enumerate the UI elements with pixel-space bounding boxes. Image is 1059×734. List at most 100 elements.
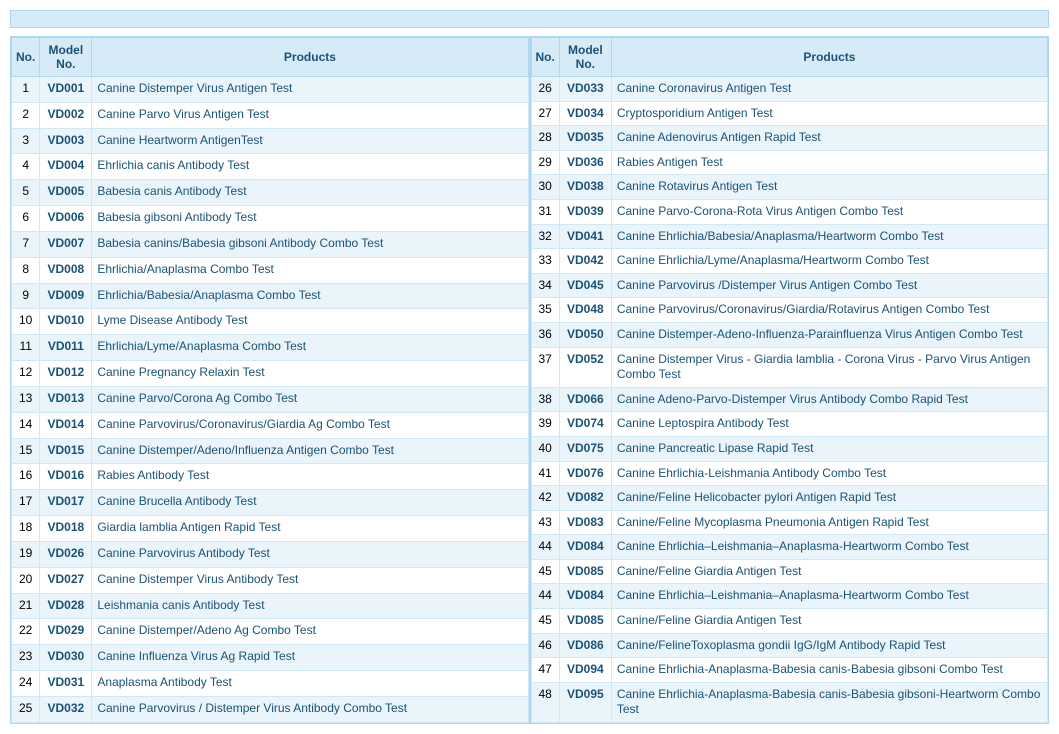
left-header-products: Products: [92, 38, 528, 77]
row-model: VD031: [40, 671, 92, 697]
table-row: 25 VD032 Canine Parvovirus / Distemper V…: [12, 696, 529, 722]
row-product: Canine/Feline Helicobacter pylori Antige…: [611, 486, 1047, 511]
table-row: 39 VD074 Canine Leptospira Antibody Test: [531, 412, 1048, 437]
row-model: VD016: [40, 464, 92, 490]
row-model: VD001: [40, 77, 92, 103]
row-model: VD075: [559, 436, 611, 461]
row-no: 11: [12, 335, 40, 361]
row-no: 15: [12, 438, 40, 464]
row-no: 48: [531, 682, 559, 722]
row-product: Canine Distemper Virus Antigen Test: [92, 77, 528, 103]
row-no: 3: [12, 128, 40, 154]
row-product: Canine Distemper/Adeno/Influenza Antigen…: [92, 438, 528, 464]
row-no: 33: [531, 249, 559, 274]
row-no: 19: [12, 541, 40, 567]
table-row: 26 VD033 Canine Coronavirus Antigen Test: [531, 77, 1048, 102]
table-row: 20 VD027 Canine Distemper Virus Antibody…: [12, 567, 529, 593]
row-model: VD011: [40, 335, 92, 361]
table-row: 46 VD086 Canine/FelineToxoplasma gondii …: [531, 633, 1048, 658]
row-product: Canine Brucella Antibody Test: [92, 490, 528, 516]
row-no: 44: [531, 535, 559, 560]
row-product: Canine Parvovirus Antibody Test: [92, 541, 528, 567]
row-product: Canine Parvo/Corona Ag Combo Test: [92, 386, 528, 412]
page-title: [10, 10, 1049, 28]
row-product: Canine Parvo-Corona-Rota Virus Antigen C…: [611, 199, 1047, 224]
row-model: VD013: [40, 386, 92, 412]
table-row: 34 VD045 Canine Parvovirus /Distemper Vi…: [531, 273, 1048, 298]
row-product: Rabies Antibody Test: [92, 464, 528, 490]
row-product: Canine Distemper-Adeno-Influenza-Parainf…: [611, 322, 1047, 347]
row-product: Giardia lamblia Antigen Rapid Test: [92, 516, 528, 542]
table-row: 44 VD084 Canine Ehrlichia–Leishmania–Ana…: [531, 584, 1048, 609]
row-model: VD029: [40, 619, 92, 645]
row-product: Canine Leptospira Antibody Test: [611, 412, 1047, 437]
row-model: VD083: [559, 510, 611, 535]
row-product: Canine Ehrlichia-Leishmania Antibody Com…: [611, 461, 1047, 486]
row-model: VD035: [559, 126, 611, 151]
table-row: 2 VD002 Canine Parvo Virus Antigen Test: [12, 102, 529, 128]
row-no: 10: [12, 309, 40, 335]
table-row: 35 VD048 Canine Parvovirus/Coronavirus/G…: [531, 298, 1048, 323]
right-header-no: No.: [531, 38, 559, 77]
table-row: 32 VD041 Canine Ehrlichia/Babesia/Anapla…: [531, 224, 1048, 249]
table-row: 18 VD018 Giardia lamblia Antigen Rapid T…: [12, 516, 529, 542]
table-row: 17 VD017 Canine Brucella Antibody Test: [12, 490, 529, 516]
row-model: VD010: [40, 309, 92, 335]
row-model: VD052: [559, 347, 611, 387]
row-product: Canine Ehrlichia/Lyme/Anaplasma/Heartwor…: [611, 249, 1047, 274]
row-product: Canine Ehrlichia-Anaplasma-Babesia canis…: [611, 682, 1047, 722]
row-product: Babesia canins/Babesia gibsoni Antibody …: [92, 231, 528, 257]
table-row: 47 VD094 Canine Ehrlichia-Anaplasma-Babe…: [531, 658, 1048, 683]
row-product: Canine Adeno-Parvo-Distemper Virus Antib…: [611, 387, 1047, 412]
row-model: VD033: [559, 77, 611, 102]
row-model: VD085: [559, 609, 611, 634]
row-no: 39: [531, 412, 559, 437]
table-row: 45 VD085 Canine/Feline Giardia Antigen T…: [531, 609, 1048, 634]
row-product: Canine Pancreatic Lipase Rapid Test: [611, 436, 1047, 461]
row-product: Ehrlichia/Babesia/Anaplasma Combo Test: [92, 283, 528, 309]
row-product: Canine Rotavirus Antigen Test: [611, 175, 1047, 200]
row-product: Babesia canis Antibody Test: [92, 180, 528, 206]
table-row: 36 VD050 Canine Distemper-Adeno-Influenz…: [531, 322, 1048, 347]
row-product: Ehrlichia/Anaplasma Combo Test: [92, 257, 528, 283]
row-model: VD041: [559, 224, 611, 249]
row-no: 24: [12, 671, 40, 697]
row-no: 14: [12, 412, 40, 438]
row-product: Canine Coronavirus Antigen Test: [611, 77, 1047, 102]
row-no: 16: [12, 464, 40, 490]
row-model: VD039: [559, 199, 611, 224]
row-model: VD042: [559, 249, 611, 274]
row-product: Canine Parvovirus/Coronavirus/Giardia Ag…: [92, 412, 528, 438]
row-model: VD015: [40, 438, 92, 464]
table-row: 30 VD038 Canine Rotavirus Antigen Test: [531, 175, 1048, 200]
row-model: VD004: [40, 154, 92, 180]
table-row: 23 VD030 Canine Influenza Virus Ag Rapid…: [12, 645, 529, 671]
row-model: VD027: [40, 567, 92, 593]
row-no: 25: [12, 696, 40, 722]
table-wrapper: No. Model No. Products 1 VD001 Canine Di…: [10, 36, 1049, 724]
row-no: 32: [531, 224, 559, 249]
row-no: 27: [531, 101, 559, 126]
row-model: VD084: [559, 584, 611, 609]
row-no: 6: [12, 206, 40, 232]
table-row: 24 VD031 Anaplasma Antibody Test: [12, 671, 529, 697]
row-product: Canine Ehrlichia-Anaplasma-Babesia canis…: [611, 658, 1047, 683]
row-product: Canine/Feline Giardia Antigen Test: [611, 609, 1047, 634]
row-model: VD074: [559, 412, 611, 437]
table-row: 44 VD084 Canine Ehrlichia–Leishmania–Ana…: [531, 535, 1048, 560]
row-product: Anaplasma Antibody Test: [92, 671, 528, 697]
row-model: VD032: [40, 696, 92, 722]
row-model: VD066: [559, 387, 611, 412]
table-row: 14 VD014 Canine Parvovirus/Coronavirus/G…: [12, 412, 529, 438]
row-no: 46: [531, 633, 559, 658]
table-row: 10 VD010 Lyme Disease Antibody Test: [12, 309, 529, 335]
row-no: 41: [531, 461, 559, 486]
row-no: 31: [531, 199, 559, 224]
table-row: 8 VD008 Ehrlichia/Anaplasma Combo Test: [12, 257, 529, 283]
row-no: 2: [12, 102, 40, 128]
row-model: VD050: [559, 322, 611, 347]
row-product: Canine Distemper Virus Antibody Test: [92, 567, 528, 593]
row-no: 35: [531, 298, 559, 323]
table-row: 11 VD011 Ehrlichia/Lyme/Anaplasma Combo …: [12, 335, 529, 361]
table-row: 1 VD001 Canine Distemper Virus Antigen T…: [12, 77, 529, 103]
